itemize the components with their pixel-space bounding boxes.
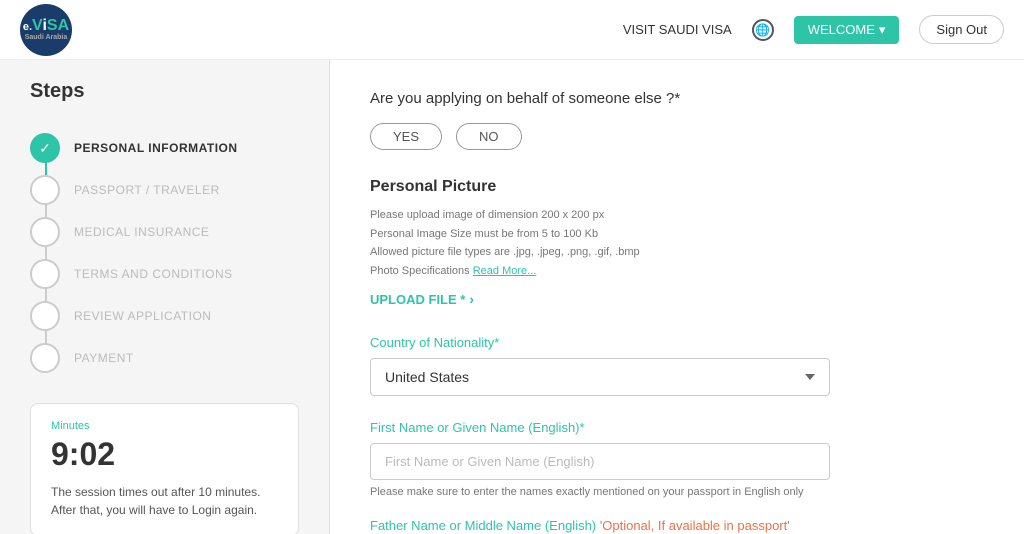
- header: e.ViSA Saudi Arabia VISIT SAUDI VISA 🌐 W…: [0, 0, 1024, 60]
- step-label-passport: PASSPORT / TRAVELER: [74, 169, 220, 211]
- main-layout: Steps ✓ PERSONAL INFORMATION PASSPORT / …: [0, 60, 1024, 534]
- behalf-question: Are you applying on behalf of someone el…: [370, 90, 984, 107]
- upload-info: Please upload image of dimension 200 x 2…: [370, 206, 984, 281]
- visit-saudi-link[interactable]: VISIT SAUDI VISA: [623, 22, 732, 37]
- checkmark-icon: ✓: [39, 140, 51, 157]
- timer-card: Minutes 9:02 The session times out after…: [30, 403, 299, 534]
- step-circle-passport: [30, 175, 60, 205]
- step-circle-personal: ✓: [30, 133, 60, 163]
- optional-label: 'Optional, If available in passport': [600, 518, 790, 533]
- read-more-link[interactable]: Read More...: [473, 265, 537, 277]
- upload-file-link[interactable]: UPLOAD FILE * ›: [370, 291, 474, 307]
- steps-title: Steps: [30, 80, 299, 103]
- no-button[interactable]: NO: [456, 123, 522, 150]
- logo-circle: e.ViSA Saudi Arabia: [20, 4, 72, 56]
- globe-icon[interactable]: 🌐: [752, 19, 774, 41]
- yes-button[interactable]: YES: [370, 123, 442, 150]
- logo: e.ViSA Saudi Arabia: [20, 4, 72, 56]
- step-label-medical: MEDICAL INSURANCE: [74, 211, 209, 253]
- sidebar-item-review[interactable]: REVIEW APPLICATION: [30, 295, 299, 337]
- step-label-review: REVIEW APPLICATION: [74, 295, 211, 337]
- step-circle-medical: [30, 217, 60, 247]
- step-list: ✓ PERSONAL INFORMATION PASSPORT / TRAVEL…: [30, 127, 299, 379]
- timer-value: 9:02: [51, 436, 278, 473]
- sidebar-item-personal[interactable]: ✓ PERSONAL INFORMATION: [30, 127, 299, 169]
- step-circle-terms: [30, 259, 60, 289]
- step-label-payment: PAYMENT: [74, 337, 134, 379]
- step-circle-payment: [30, 343, 60, 373]
- sidebar-item-terms[interactable]: TERMS AND CONDITIONS: [30, 253, 299, 295]
- first-name-note: Please make sure to enter the names exac…: [370, 486, 984, 498]
- timer-note: The session times out after 10 minutes. …: [51, 483, 278, 519]
- step-circle-review: [30, 301, 60, 331]
- sidebar-item-passport[interactable]: PASSPORT / TRAVELER: [30, 169, 299, 211]
- chevron-down-icon: ▾: [879, 22, 886, 38]
- step-label-terms: TERMS AND CONDITIONS: [74, 253, 233, 295]
- father-name-label: Father Name or Middle Name (English) 'Op…: [370, 518, 984, 533]
- arrow-icon: ›: [469, 291, 474, 307]
- welcome-button[interactable]: WELCOME ▾: [794, 16, 900, 44]
- first-name-label: First Name or Given Name (English)*: [370, 420, 984, 435]
- content-area: Are you applying on behalf of someone el…: [330, 60, 1024, 534]
- personal-picture-title: Personal Picture: [370, 178, 984, 196]
- country-select[interactable]: United States Saudi Arabia United Kingdo…: [370, 358, 830, 396]
- sidebar-item-payment[interactable]: PAYMENT: [30, 337, 299, 379]
- timer-label: Minutes: [51, 420, 278, 432]
- sidebar: Steps ✓ PERSONAL INFORMATION PASSPORT / …: [0, 60, 330, 534]
- first-name-input[interactable]: [370, 443, 830, 480]
- sidebar-item-medical[interactable]: MEDICAL INSURANCE: [30, 211, 299, 253]
- step-label-personal: PERSONAL INFORMATION: [74, 127, 238, 169]
- behalf-radio-group: YES NO: [370, 123, 984, 150]
- country-label: Country of Nationality*: [370, 335, 984, 350]
- signout-button[interactable]: Sign Out: [919, 15, 1004, 44]
